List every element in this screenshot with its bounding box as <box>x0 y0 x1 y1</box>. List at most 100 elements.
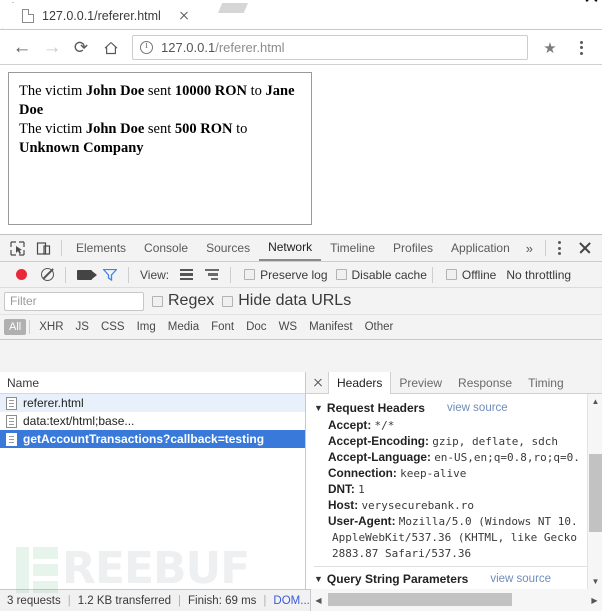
hide-data-urls-label: Hide data URLs <box>238 292 352 309</box>
reload-icon: ⟳ <box>73 38 89 57</box>
devtools-tab-console[interactable]: Console <box>135 235 197 261</box>
request-row-datauri[interactable]: data:text/html;base... <box>0 412 305 430</box>
type-filter-media[interactable]: Media <box>162 321 205 333</box>
title-bar: 127.0.0.1/referer.html <box>0 0 602 30</box>
browser-toolbar: ⟳ 127.0.0.1/referer.html ★ <box>0 30 602 65</box>
browser-tab[interactable]: 127.0.0.1/referer.html <box>14 2 200 30</box>
document-icon <box>6 396 17 410</box>
forward-button[interactable] <box>36 33 66 63</box>
star-icon: ★ <box>543 39 557 57</box>
separator: | <box>178 594 182 607</box>
capture-screenshots-button[interactable] <box>71 263 97 287</box>
device-toolbar-button[interactable] <box>30 236 56 260</box>
details-tab-preview[interactable]: Preview <box>391 372 450 393</box>
reload-button[interactable]: ⟳ <box>66 33 96 63</box>
tab-close-icon[interactable] <box>176 8 192 24</box>
hide-data-urls-checkbox[interactable]: Hide data URLs <box>222 292 351 310</box>
bookmark-button[interactable]: ★ <box>536 33 566 63</box>
view-source-link[interactable]: view source <box>490 573 551 585</box>
plain-text: sent <box>144 121 175 137</box>
type-filter-img[interactable]: Img <box>131 321 162 333</box>
header-user-agent-cont-2: 2883.87 Safari/537.36 <box>332 547 472 560</box>
checkbox-icon <box>152 295 163 307</box>
header-user-agent: User-Agent: Mozilla/5.0 (Windows NT 10. <box>328 514 578 528</box>
home-button[interactable] <box>96 33 126 63</box>
devtools-settings-icon[interactable] <box>551 241 567 255</box>
devtools-tab-network[interactable]: Network <box>259 235 322 261</box>
header-host: Host: verysecurebank.ro <box>328 498 475 512</box>
filter-input[interactable] <box>4 291 144 311</box>
divider <box>65 266 66 283</box>
emphasized-text: Unknown Company <box>19 140 144 156</box>
funnel-icon <box>103 268 117 281</box>
more-tabs-button[interactable]: » <box>519 241 540 256</box>
browser-menu-button[interactable] <box>566 33 596 63</box>
offline-checkbox[interactable]: Offline <box>445 268 496 282</box>
horizontal-scrollbar[interactable]: ◀ ▶ <box>310 589 602 611</box>
devtools-close-icon[interactable] <box>575 238 595 258</box>
type-filter-all[interactable]: All <box>4 319 27 335</box>
type-filter-xhr[interactable]: XHR <box>33 321 69 333</box>
record-button[interactable] <box>8 263 34 287</box>
record-icon <box>15 269 27 280</box>
view-source-link[interactable]: view source <box>447 402 508 414</box>
scrollbar-thumb[interactable] <box>589 454 602 532</box>
header-dnt: DNT: 1 <box>328 482 365 496</box>
details-tab-response[interactable]: Response <box>450 372 520 393</box>
disable-cache-checkbox[interactable]: Disable cache <box>335 268 427 282</box>
preserve-log-checkbox[interactable]: Preserve log <box>244 268 328 282</box>
request-name: referer.html <box>23 396 84 410</box>
clear-button[interactable] <box>34 263 60 287</box>
scroll-right-icon[interactable]: ▶ <box>587 596 602 605</box>
view-list-button[interactable] <box>173 263 199 287</box>
request-name: data:text/html;base... <box>23 414 135 428</box>
scroll-down-icon[interactable]: ▼ <box>588 574 602 589</box>
view-waterfall-button[interactable] <box>199 263 225 287</box>
document-icon <box>6 414 17 428</box>
clear-icon <box>40 268 54 281</box>
type-filter-ws[interactable]: WS <box>273 321 304 333</box>
type-filter-js[interactable]: JS <box>70 321 95 333</box>
details-close-icon[interactable] <box>308 373 328 393</box>
column-name: Name <box>7 375 40 390</box>
devtools-tab-application[interactable]: Application <box>442 235 519 261</box>
scrollbar-track[interactable] <box>326 589 587 611</box>
details-tab-timing[interactable]: Timing <box>520 372 572 393</box>
regex-label: Regex <box>168 292 215 309</box>
divider <box>431 266 433 283</box>
devtools-tab-profiles[interactable]: Profiles <box>384 235 442 261</box>
regex-checkbox[interactable]: Regex <box>152 292 214 310</box>
back-button[interactable] <box>6 33 36 63</box>
request-row-getaccounttransactions[interactable]: getAccountTransactions?callback=testing <box>0 430 305 448</box>
devtools-tab-sources[interactable]: Sources <box>197 235 259 261</box>
type-filter-manifest[interactable]: Manifest <box>303 321 358 333</box>
scroll-up-icon[interactable]: ▲ <box>588 394 602 409</box>
scrollbar-thumb[interactable] <box>328 593 512 606</box>
url-text: 127.0.0.1/referer.html <box>161 40 285 55</box>
back-arrow-icon <box>13 39 30 56</box>
emphasized-text: John Doe <box>85 83 145 99</box>
divider <box>128 266 129 283</box>
type-filter-other[interactable]: Other <box>359 321 400 333</box>
filter-toggle-button[interactable] <box>97 263 123 287</box>
list-view-icon <box>179 269 193 280</box>
devtools-tab-timeline[interactable]: Timeline <box>321 235 384 261</box>
throttling-select[interactable]: No throttling <box>506 268 571 282</box>
devtools-tab-elements[interactable]: Elements <box>67 235 135 261</box>
inspect-element-button[interactable] <box>4 236 30 260</box>
address-bar[interactable]: 127.0.0.1/referer.html <box>132 35 528 60</box>
scroll-left-icon[interactable]: ◀ <box>311 596 326 605</box>
details-vertical-scrollbar[interactable]: ▲ ▼ <box>587 394 602 589</box>
new-tab-button[interactable] <box>218 3 248 13</box>
header-connection: Connection: keep-alive <box>328 466 467 480</box>
request-row-referer[interactable]: referer.html <box>0 394 305 412</box>
section-request-headers[interactable]: ▼ Request Headers view source <box>306 399 602 417</box>
type-filter-font[interactable]: Font <box>205 321 240 333</box>
type-filter-doc[interactable]: Doc <box>240 321 272 333</box>
info-circle-icon[interactable] <box>140 40 153 54</box>
request-list: Name referer.html data:text/html;base...… <box>0 372 306 589</box>
details-tab-headers[interactable]: Headers <box>328 371 392 394</box>
section-query-string-parameters[interactable]: ▼ Query String Parameters view source <box>306 570 602 588</box>
type-filter-css[interactable]: CSS <box>95 321 131 333</box>
network-controls: View: Preserve log Disable cache Offline… <box>0 262 602 288</box>
